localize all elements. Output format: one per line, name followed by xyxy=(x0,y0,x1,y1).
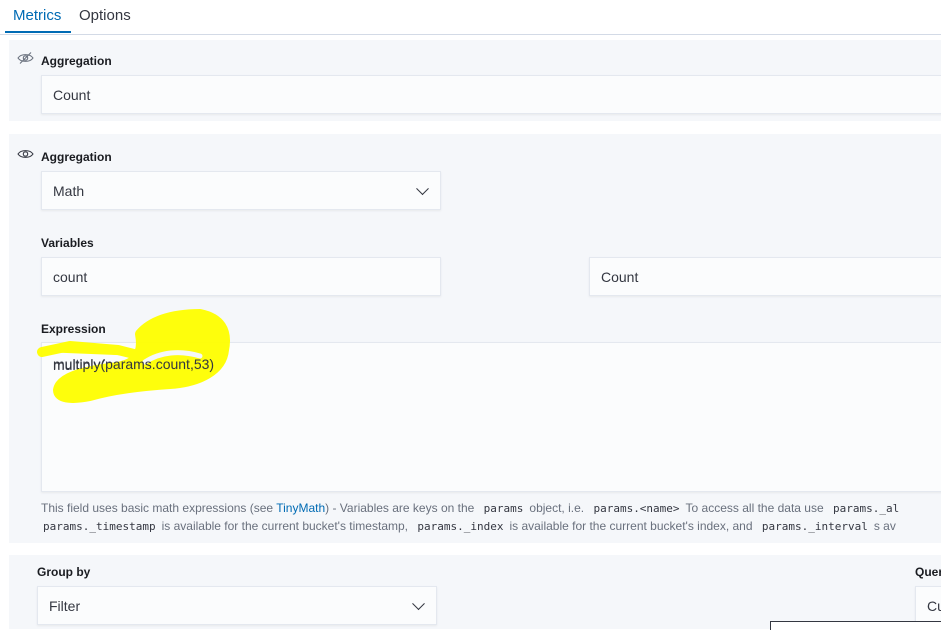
query-value: Cu xyxy=(927,597,941,614)
aggregation-value: Count xyxy=(53,86,91,103)
eye-closed-icon[interactable] xyxy=(17,51,34,70)
help-text: To access all the data use xyxy=(685,501,824,515)
query-label: Quer xyxy=(915,565,941,579)
aggregation-select[interactable]: Count xyxy=(41,75,941,114)
help-text: is available for the current bucket's ti… xyxy=(161,519,408,533)
help-code: params._al xyxy=(832,502,900,515)
group-by-select[interactable]: Filter xyxy=(37,586,437,625)
expression-help-line-2: params._timestamp is available for the cu… xyxy=(43,517,896,536)
help-text: ) - Variables are keys on the xyxy=(325,501,475,515)
metric-panel-count: Aggregation Count xyxy=(9,40,941,121)
tab-metrics[interactable]: Metrics xyxy=(13,7,61,24)
expression-label: Expression xyxy=(41,322,106,336)
help-code: params xyxy=(483,502,524,515)
help-text: This field uses basic math expressions (… xyxy=(41,501,277,515)
help-code: params._index xyxy=(417,520,504,533)
expression-help-line-1: This field uses basic math expressions (… xyxy=(41,499,905,518)
help-code: params._timestamp xyxy=(43,520,156,533)
tab-bar: Metrics Options xyxy=(0,0,941,35)
variable-name-input[interactable]: count xyxy=(41,257,441,296)
help-code: params.<name> xyxy=(593,502,680,515)
group-by-value: Filter xyxy=(49,597,81,614)
query-input[interactable]: Cu xyxy=(915,586,941,625)
aggregation-select[interactable]: Math xyxy=(41,171,441,210)
variable-metric-value: Count xyxy=(601,268,639,285)
aggregation-label: Aggregation xyxy=(41,150,112,164)
aggregation-value: Math xyxy=(53,182,85,199)
help-text: object, i.e. xyxy=(529,501,585,515)
variable-metric-select[interactable]: Count xyxy=(589,257,941,296)
chevron-down-icon xyxy=(412,596,425,610)
tinymath-link[interactable]: TinyMath xyxy=(276,501,325,515)
group-by-panel: Group by Filter Quer Cu xyxy=(9,555,941,629)
active-tab-indicator xyxy=(5,31,71,33)
variables-label: Variables xyxy=(41,236,94,250)
chevron-down-icon xyxy=(416,181,429,195)
group-by-label: Group by xyxy=(37,565,91,579)
help-code: params._interval xyxy=(761,520,868,533)
metric-panel-math: Aggregation Math Variables count Count E… xyxy=(9,134,941,543)
expression-textarea[interactable]: multiply(params.count,53) xyxy=(41,342,941,492)
help-text: is available for the current bucket's in… xyxy=(509,519,753,533)
help-text: s av xyxy=(873,519,896,533)
tab-options[interactable]: Options xyxy=(79,7,131,24)
aggregation-label: Aggregation xyxy=(41,54,112,68)
expression-value: multiply(params.count,53) xyxy=(53,357,215,373)
eye-icon[interactable] xyxy=(17,147,34,166)
variable-name-value: count xyxy=(53,268,88,285)
